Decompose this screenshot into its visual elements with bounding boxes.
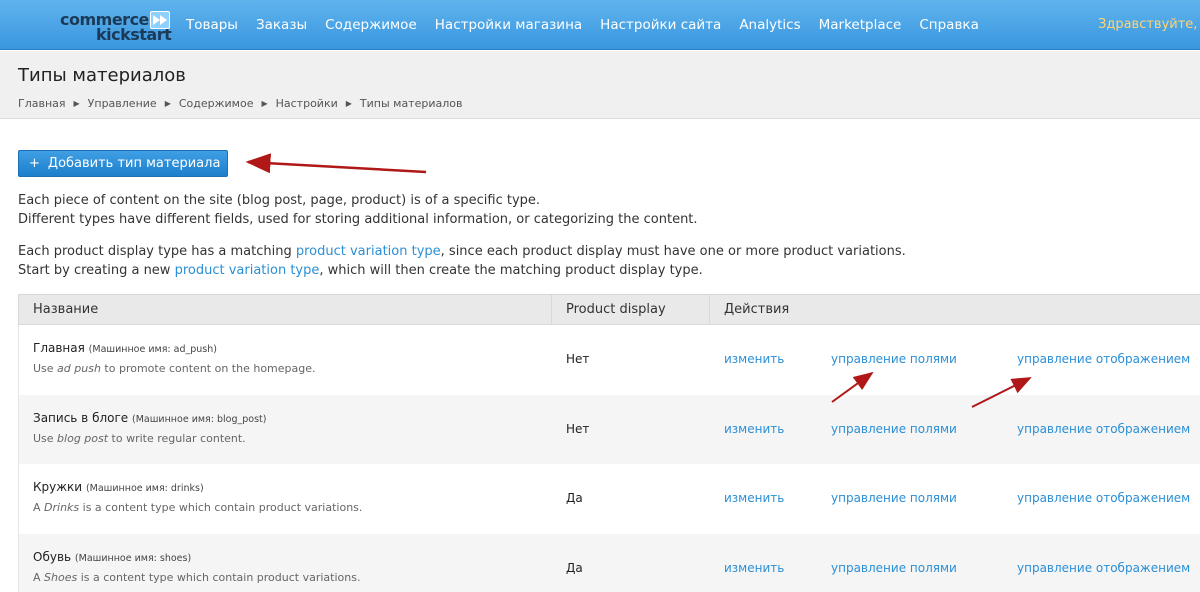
add-content-type-label: Добавить тип материала (47, 156, 221, 171)
table-row: Обувь (Машинное имя: shoes) A Shoes is a… (18, 533, 1200, 592)
breadcrumb-separator-icon: ▶ (164, 99, 171, 108)
column-header-product-display: Product display (552, 295, 710, 324)
main-nav: Товары Заказы Содержимое Настройки магаз… (186, 0, 997, 50)
table-header: Название Product display Действия (18, 294, 1200, 325)
manage-display-link[interactable]: управление отображением (1017, 561, 1190, 575)
intro-line: Start by creating a new product variatio… (18, 263, 703, 278)
content-type-description: Use ad push to promote content on the ho… (33, 362, 316, 375)
product-display-value: Да (566, 491, 583, 505)
column-header-name: Название (19, 295, 552, 324)
edit-link[interactable]: изменить (724, 491, 784, 505)
machine-name: (Машинное имя: ad_push) (88, 344, 217, 355)
manage-display-link[interactable]: управление отображением (1017, 352, 1190, 366)
table-row: Кружки (Машинное имя: drinks) A Drinks i… (18, 464, 1200, 534)
machine-name: (Машинное имя: blog_post) (132, 413, 267, 425)
commerce-kickstart-logo[interactable]: commerce kickstart (60, 10, 172, 44)
content-type-description: Use blog post to write regular content. (33, 431, 246, 445)
page-title: Типы материалов (18, 65, 186, 86)
machine-name: (Машинное имя: shoes) (74, 552, 192, 564)
intro-line: Different types have different fields, u… (18, 212, 698, 227)
manage-display-link[interactable]: управление отображением (1017, 491, 1190, 505)
fast-forward-icon (150, 11, 170, 29)
intro-paragraph-1: Each piece of content on the site (blog … (18, 191, 698, 229)
manage-display-link[interactable]: управление отображением (1017, 422, 1190, 436)
page-header: Типы материалов Главная ▶ Управление ▶ С… (0, 51, 1200, 119)
nav-item-orders[interactable]: Заказы (256, 17, 307, 33)
product-variation-type-link[interactable]: product variation type (296, 244, 441, 259)
manage-fields-link[interactable]: управление полями (831, 491, 957, 505)
intro-line: Each product display type has a matching… (18, 244, 906, 259)
breadcrumb-item-settings[interactable]: Настройки (276, 97, 338, 110)
content-type-name: Главная (Машинное имя: ad_push) (33, 341, 217, 355)
breadcrumb-item-home[interactable]: Главная (18, 97, 66, 110)
product-display-value: Нет (566, 421, 590, 436)
intro-line: Each piece of content on the site (blog … (18, 193, 541, 208)
content-type-name: Кружки (Машинное имя: drinks) (33, 480, 204, 494)
nav-item-site-settings[interactable]: Настройки сайта (600, 17, 721, 33)
product-variation-type-link[interactable]: product variation type (175, 263, 320, 278)
breadcrumb: Главная ▶ Управление ▶ Содержимое ▶ Наст… (18, 97, 462, 110)
nav-item-store-settings[interactable]: Настройки магазина (435, 17, 582, 33)
breadcrumb-item-current: Типы материалов (359, 97, 463, 110)
edit-link[interactable]: изменить (724, 422, 784, 436)
intro-paragraph-2: Each product display type has a matching… (18, 242, 906, 280)
nav-item-products[interactable]: Товары (186, 17, 238, 33)
add-content-type-button[interactable]: + Добавить тип материала (18, 150, 228, 177)
nav-item-content[interactable]: Содержимое (325, 17, 417, 33)
breadcrumb-separator-icon: ▶ (345, 99, 352, 108)
breadcrumb-separator-icon: ▶ (73, 99, 80, 108)
annotation-arrow-add-button (245, 153, 427, 174)
content-type-description: A Drinks is a content type which contain… (33, 501, 363, 514)
column-header-actions: Действия (724, 302, 790, 317)
table-row: Главная (Машинное имя: ad_push) Use ad p… (18, 325, 1200, 395)
machine-name: (Машинное имя: drinks) (85, 483, 204, 494)
breadcrumb-separator-icon: ▶ (261, 99, 268, 108)
edit-link[interactable]: изменить (724, 561, 784, 575)
content-type-name: Обувь (Машинное имя: shoes) (33, 549, 192, 564)
breadcrumb-item-admin[interactable]: Управление (88, 97, 157, 110)
breadcrumb-item-content[interactable]: Содержимое (179, 97, 254, 110)
plus-icon: + (29, 156, 40, 171)
product-display-value: Да (566, 560, 583, 575)
table-row: Запись в блоге (Машинное имя: blog_post)… (18, 394, 1200, 464)
nav-item-marketplace[interactable]: Marketplace (819, 17, 902, 33)
product-display-value: Нет (566, 352, 590, 366)
edit-link[interactable]: изменить (724, 352, 784, 366)
manage-fields-link[interactable]: управление полями (831, 561, 957, 575)
nav-item-analytics[interactable]: Analytics (739, 17, 800, 33)
manage-fields-link[interactable]: управление полями (831, 352, 957, 366)
nav-item-help[interactable]: Справка (919, 17, 978, 33)
content-type-description: A Shoes is a content type which contain … (33, 570, 361, 584)
content-type-name: Запись в блоге (Машинное имя: blog_post) (33, 410, 267, 425)
user-greeting[interactable]: Здравствуйте, a (1098, 17, 1200, 32)
top-navbar: commerce kickstart Товары Заказы Содержи… (0, 0, 1200, 50)
manage-fields-link[interactable]: управление полями (831, 422, 957, 436)
content-types-table: Название Product display Действия Главна… (18, 294, 1200, 592)
